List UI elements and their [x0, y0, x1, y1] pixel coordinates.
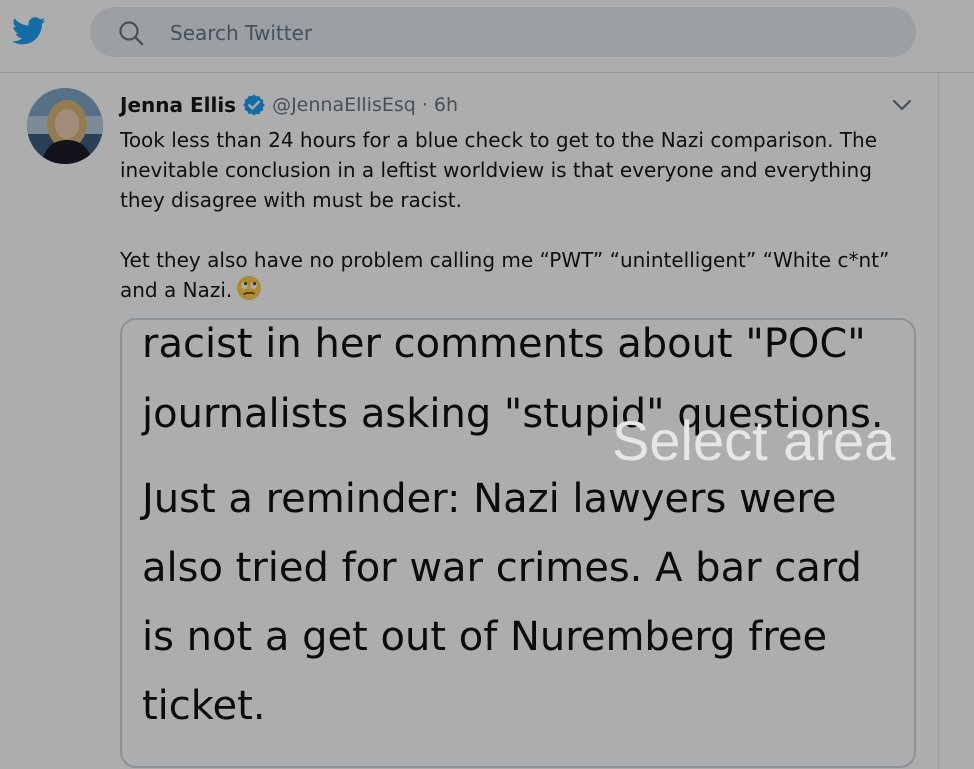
chevron-down-icon[interactable]: [890, 95, 914, 115]
select-area-label: Select area: [612, 409, 896, 472]
search-bar[interactable]: [90, 7, 916, 57]
twitter-bird-icon[interactable]: [10, 14, 48, 48]
rolling-eyes-emoji-icon: [237, 276, 262, 300]
media-line: also tried for war crimes. A bar card: [142, 545, 862, 591]
tweet-header: Jenna Ellis @JennaEllisEsq · 6h: [120, 90, 458, 120]
verified-badge-icon: [243, 94, 265, 116]
author-name[interactable]: Jenna Ellis: [120, 93, 236, 117]
tweet-paragraph-1: Took less than 24 hours for a blue check…: [120, 128, 878, 212]
tweet-media-image[interactable]: racist in her comments about "POC" journ…: [120, 318, 916, 768]
tweet-paragraph-2-wrapper: Yet they also have no problem calling me…: [120, 245, 920, 305]
tweet-text: Took less than 24 hours for a blue check…: [120, 125, 920, 305]
top-bar: [0, 0, 974, 73]
search-input[interactable]: [168, 17, 872, 49]
media-line: ticket.: [142, 683, 266, 729]
media-line: racist in her comments about "POC": [142, 321, 866, 367]
tweet-timestamp[interactable]: 6h: [434, 94, 458, 116]
media-line: is not a get out of Nuremberg free: [142, 614, 828, 660]
avatar[interactable]: [27, 88, 103, 164]
separator-dot: ·: [421, 94, 428, 116]
author-handle[interactable]: @JennaEllisEsq: [272, 94, 416, 116]
media-line: Just a reminder: Nazi lawyers were: [142, 476, 837, 522]
search-icon: [119, 21, 144, 46]
